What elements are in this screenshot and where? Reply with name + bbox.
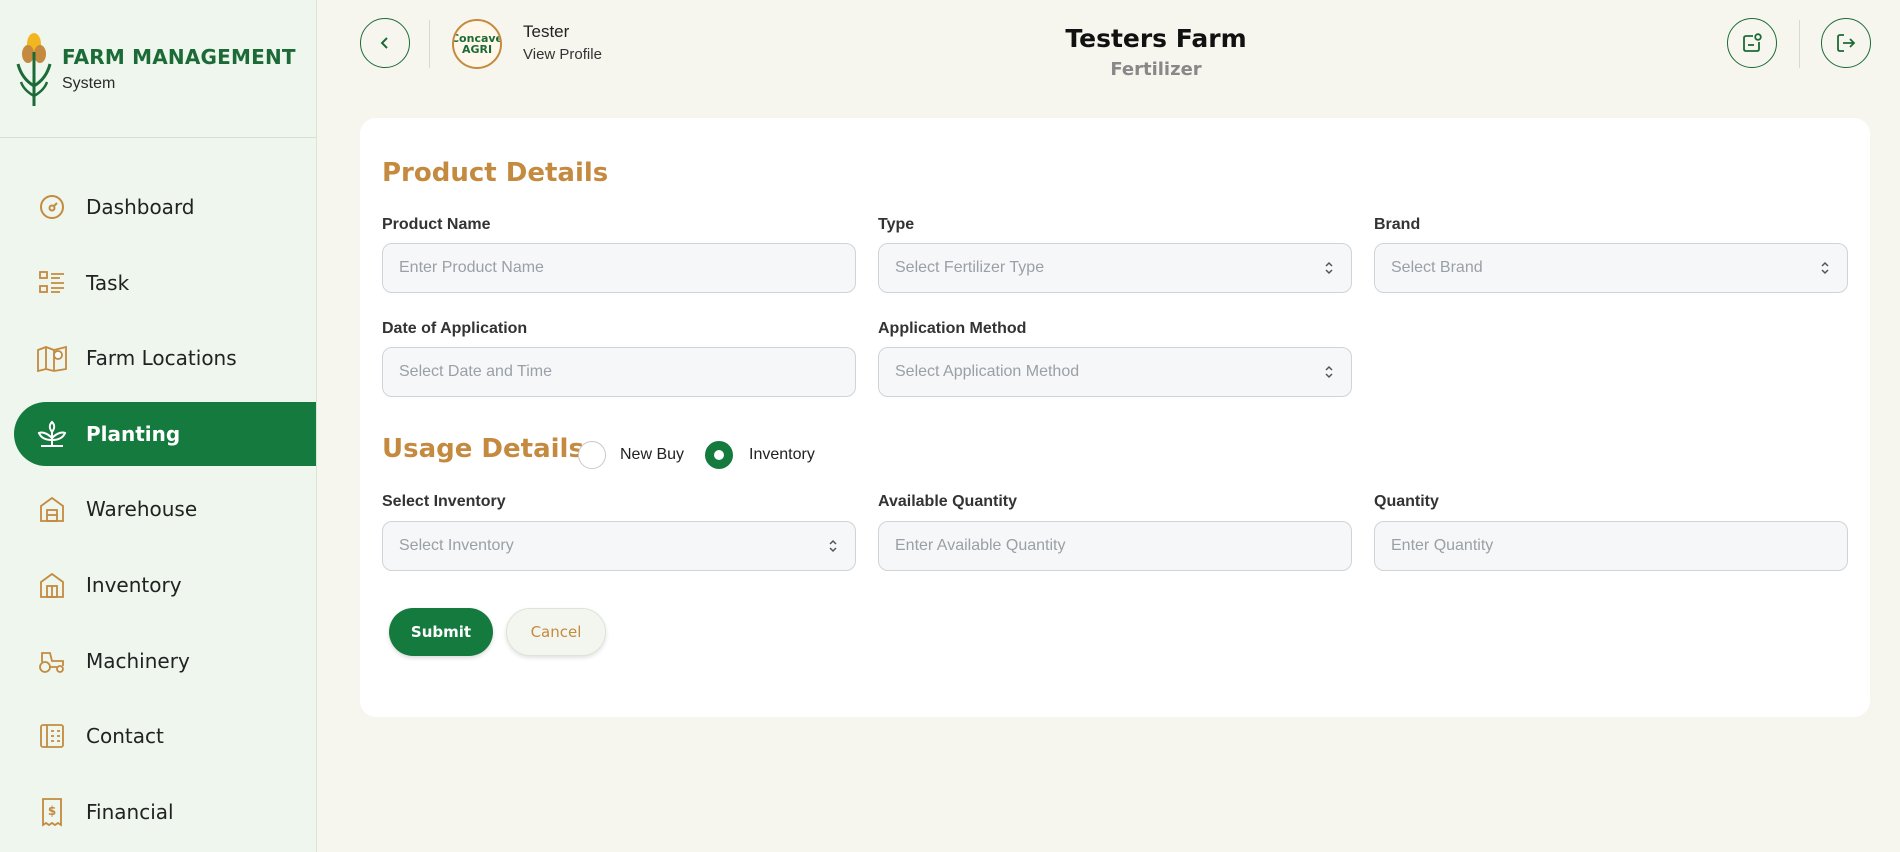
sidebar-item-farm-locations[interactable]: Farm Locations [14,326,316,390]
select-inventory-label: Select Inventory [382,493,506,510]
logout-button[interactable] [1821,18,1871,68]
product-details-title: Product Details [382,158,609,188]
available-quantity-input[interactable] [895,537,1335,555]
receipt-icon: $ [36,796,68,828]
product-name-field [382,243,856,293]
brand-label: Brand [1374,216,1421,233]
page-title: Testers Farm [1065,24,1247,53]
date-of-application-field [382,347,856,397]
fertilizer-form-card: Product Details Product Name Type Select… [360,118,1870,717]
sidebar-item-planting[interactable]: Planting [14,401,316,466]
sidebar-item-contact[interactable]: Contact [14,704,316,768]
inventory-radio[interactable] [705,441,733,469]
type-select-value: Select Fertilizer Type [895,259,1045,276]
sidebar-item-label: Contact [86,724,164,749]
brand-select[interactable]: Select Brand [1374,243,1848,293]
sidebar-item-dashboard[interactable]: Dashboard [14,175,316,239]
wheat-logo-icon [16,32,52,106]
new-buy-label: New Buy [620,446,685,463]
contact-icon [36,720,68,752]
sidebar: FARM MANAGEMENT System Dashboard Task Fa… [0,0,317,852]
available-quantity-field [878,521,1352,571]
sidebar-item-label: Farm Locations [86,346,237,371]
brand-select-value: Select Brand [1391,259,1483,276]
quantity-label: Quantity [1374,493,1439,510]
warehouse-icon [36,493,68,525]
date-of-application-input[interactable] [399,363,839,381]
top-header: Concave AGRI Tester View Profile Testers… [317,0,1900,118]
chevron-updown-icon [1325,261,1333,275]
cancel-button[interactable]: Cancel [506,608,606,656]
type-label: Type [878,216,915,233]
note-badge-icon [1743,33,1762,52]
dashboard-icon [36,191,68,223]
sidebar-item-label: Dashboard [86,195,195,219]
sidebar-item-inventory[interactable]: Inventory [14,553,316,617]
page-subtitle: Fertilizer [1110,59,1202,80]
available-quantity-label: Available Quantity [878,493,1017,510]
inventory-radio-label: Inventory [749,446,815,463]
sidebar-item-warehouse[interactable]: Warehouse [14,477,316,541]
submit-button[interactable]: Submit [389,608,493,656]
type-select[interactable]: Select Fertilizer Type [878,243,1352,293]
chevron-updown-icon [1325,365,1333,379]
task-list-icon [36,267,68,299]
usage-details-title: Usage Details [382,434,584,464]
sidebar-item-label: Planting [86,421,181,446]
sidebar-item-label: Machinery [86,648,190,673]
quantity-field [1374,521,1848,571]
sidebar-item-label: Inventory [86,572,182,597]
application-method-label: Application Method [878,320,1027,337]
sidebar-item-machinery[interactable]: Machinery [14,629,316,693]
sidebar-item-label: Task [86,270,130,295]
new-buy-radio[interactable] [578,441,606,469]
brand-title: FARM MANAGEMENT [62,44,296,69]
map-pin-icon [36,342,68,374]
svg-text:$: $ [48,804,56,818]
date-of-application-label: Date of Application [382,320,528,337]
header-divider [1799,20,1800,68]
sidebar-item-label: Financial [86,799,174,824]
select-inventory-select[interactable]: Select Inventory [382,521,856,571]
logout-icon [1837,34,1856,52]
product-name-input[interactable] [399,259,839,277]
sidebar-item-task[interactable]: Task [14,251,316,315]
plant-icon [36,418,68,450]
sidebar-item-label: Warehouse [86,497,198,522]
application-method-select[interactable]: Select Application Method [878,347,1352,397]
chevron-updown-icon [1821,261,1829,275]
sidebar-nav: Dashboard Task Farm Locations Planting W… [14,175,316,852]
quantity-input[interactable] [1391,537,1831,555]
notes-button[interactable] [1727,18,1777,68]
product-name-label: Product Name [382,216,491,233]
application-method-select-value: Select Application Method [895,363,1080,380]
select-inventory-value: Select Inventory [399,537,514,554]
tractor-icon [36,645,68,677]
brand: FARM MANAGEMENT System [0,0,316,138]
inventory-icon [36,569,68,601]
chevron-updown-icon [829,539,837,553]
sidebar-item-financial[interactable]: $ Financial [14,780,316,844]
brand-subtitle: System [62,74,116,92]
